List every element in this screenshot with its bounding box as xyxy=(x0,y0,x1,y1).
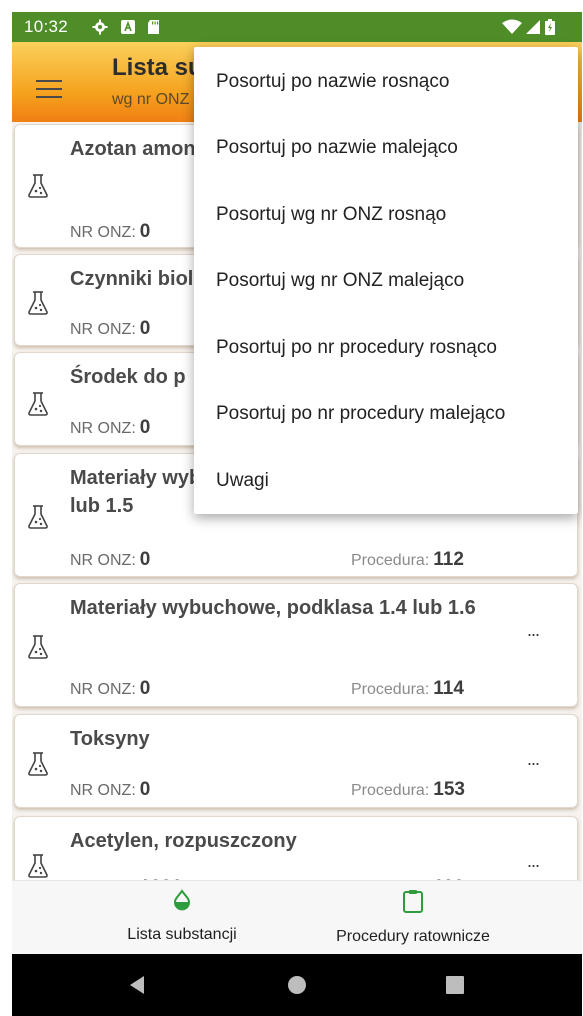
onz-number: NR ONZ: 0 xyxy=(70,417,151,438)
flask-icon xyxy=(28,752,48,776)
nav-rescue-procedures[interactable]: Procedury ratownicze xyxy=(318,889,508,946)
menu-sort-onz-desc[interactable]: Posortuj wg nr ONZ malejąco xyxy=(216,270,464,292)
onz-number: NR ONZ: 0 xyxy=(70,221,151,242)
menu-sort-name-desc[interactable]: Posortuj po nazwie malejąco xyxy=(216,137,458,159)
status-bar: 10:32 xyxy=(12,12,582,42)
back-icon[interactable] xyxy=(128,975,146,995)
flask-icon xyxy=(28,174,48,198)
substance-name: Toksyny xyxy=(70,728,150,750)
more-options-icon[interactable]: ... xyxy=(527,851,540,872)
menu-sort-procedure-asc[interactable]: Posortuj po nr procedury rosnąco xyxy=(216,337,497,359)
menu-sort-onz-asc[interactable]: Posortuj wg nr ONZ rosnąo xyxy=(216,204,446,226)
settings-icon xyxy=(92,19,108,35)
more-options-icon[interactable]: ... xyxy=(527,620,540,641)
procedure-number: Procedura: 114 xyxy=(351,678,464,699)
drop-icon xyxy=(174,889,190,911)
wifi-icon xyxy=(502,19,522,34)
substance-name: Acetylen, rozpuszczony xyxy=(70,830,297,852)
onz-number: NR ONZ: 0 xyxy=(70,318,151,339)
sort-menu: Posortuj po nazwie rosnąco Posortuj po n… xyxy=(194,47,578,514)
procedure-number: Procedura: 153 xyxy=(351,779,465,800)
menu-sort-procedure-desc[interactable]: Posortuj po nr procedury malejąco xyxy=(216,403,505,425)
status-time: 10:32 xyxy=(24,17,69,36)
flask-icon xyxy=(28,854,48,878)
onz-number: NR ONZ: 0 xyxy=(70,779,151,800)
battery-charging-icon xyxy=(545,19,555,35)
flask-icon xyxy=(28,291,48,315)
list-item[interactable]: Acetylen, rozpuszczony ... NR ONZ:1001 P… xyxy=(14,816,578,880)
onz-number: NR ONZ: 0 xyxy=(70,678,151,699)
menu-notes[interactable]: Uwagi xyxy=(216,470,269,492)
nav-label: Lista substancji xyxy=(127,926,237,943)
nav-label: Procedury ratownicze xyxy=(336,928,490,945)
clipboard-icon xyxy=(403,890,423,913)
menu-hamburger-icon[interactable] xyxy=(36,80,62,98)
bottom-navigation: Lista substancji Procedury ratownicze xyxy=(12,880,582,955)
recents-icon[interactable] xyxy=(446,976,464,994)
flask-icon xyxy=(28,505,48,529)
signal-icon xyxy=(526,20,540,34)
app-subtitle: wg nr ONZ xyxy=(112,91,190,108)
nav-substance-list[interactable]: Lista substancji xyxy=(112,889,252,944)
flask-icon xyxy=(28,635,48,659)
sd-card-icon xyxy=(148,20,159,34)
system-navigation-bar xyxy=(12,954,582,1016)
more-options-icon[interactable]: ... xyxy=(527,749,540,770)
phone-screen: 10:32 Lista substancji wg nr ONZ xyxy=(12,12,582,1016)
procedure-number: Procedura: 112 xyxy=(351,549,464,570)
menu-sort-name-asc[interactable]: Posortuj po nazwie rosnąco xyxy=(216,71,449,93)
notification-a-icon xyxy=(121,20,135,34)
home-icon[interactable] xyxy=(287,975,307,995)
flask-icon xyxy=(28,392,48,416)
list-item[interactable]: Toksyny ... NR ONZ: 0 Procedura: 153 xyxy=(14,714,578,808)
list-item[interactable]: Materiały wybuchowe, podklasa 1.4 lub 1.… xyxy=(14,583,578,707)
onz-number: NR ONZ: 0 xyxy=(70,549,151,570)
substance-name: Materiały wybuchowe, podklasa 1.4 lub 1.… xyxy=(70,597,476,619)
